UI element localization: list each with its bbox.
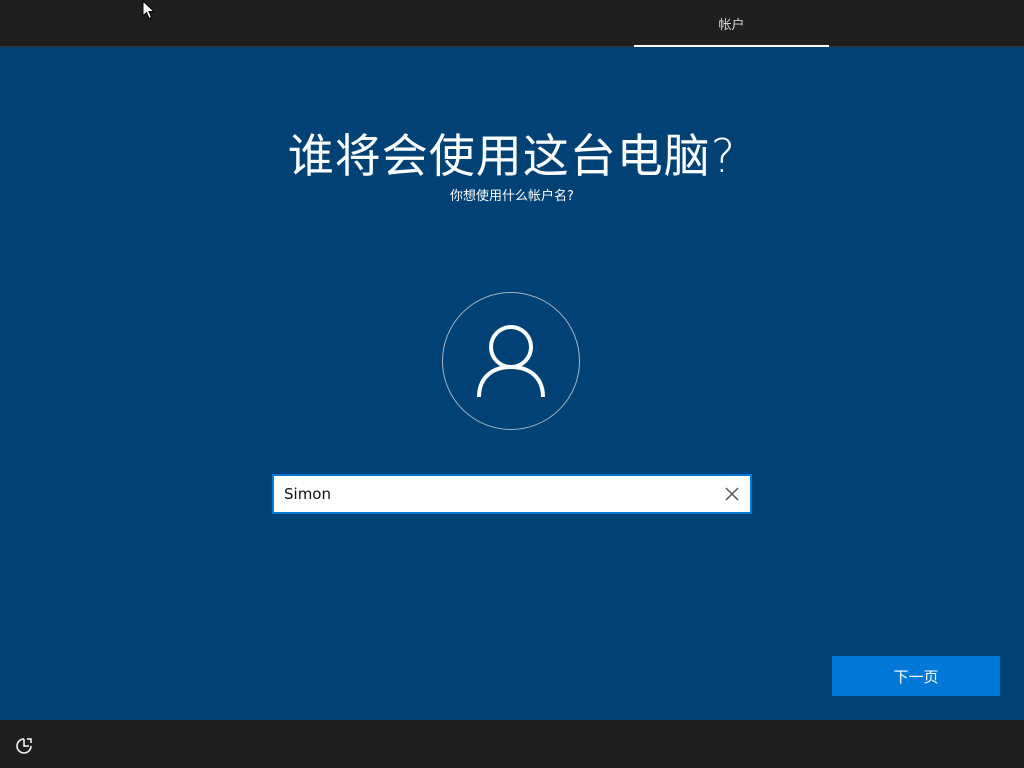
page-subtitle: 你想使用什么帐户名?	[450, 189, 574, 204]
ease-of-access-icon	[16, 738, 32, 754]
username-field	[272, 474, 752, 514]
ease-of-access-button[interactable]	[12, 734, 36, 758]
page-title: 谁将会使用这台电脑?	[287, 129, 737, 183]
tab-account[interactable]: 帐户	[634, 0, 829, 47]
mouse-cursor-icon	[142, 0, 156, 20]
avatar	[442, 292, 580, 430]
tab-active-indicator	[634, 45, 829, 47]
next-button[interactable]: 下一页	[832, 656, 1000, 696]
username-input[interactable]	[274, 476, 714, 512]
tab-account-label: 帐户	[718, 17, 745, 33]
close-icon	[725, 487, 739, 501]
oobe-screen: 帐户 谁将会使用这台电脑? 你想使用什么帐户名? 下一页	[0, 0, 1024, 768]
bottom-bar	[0, 720, 1024, 768]
user-icon	[477, 325, 545, 398]
clear-input-button[interactable]	[714, 476, 750, 512]
